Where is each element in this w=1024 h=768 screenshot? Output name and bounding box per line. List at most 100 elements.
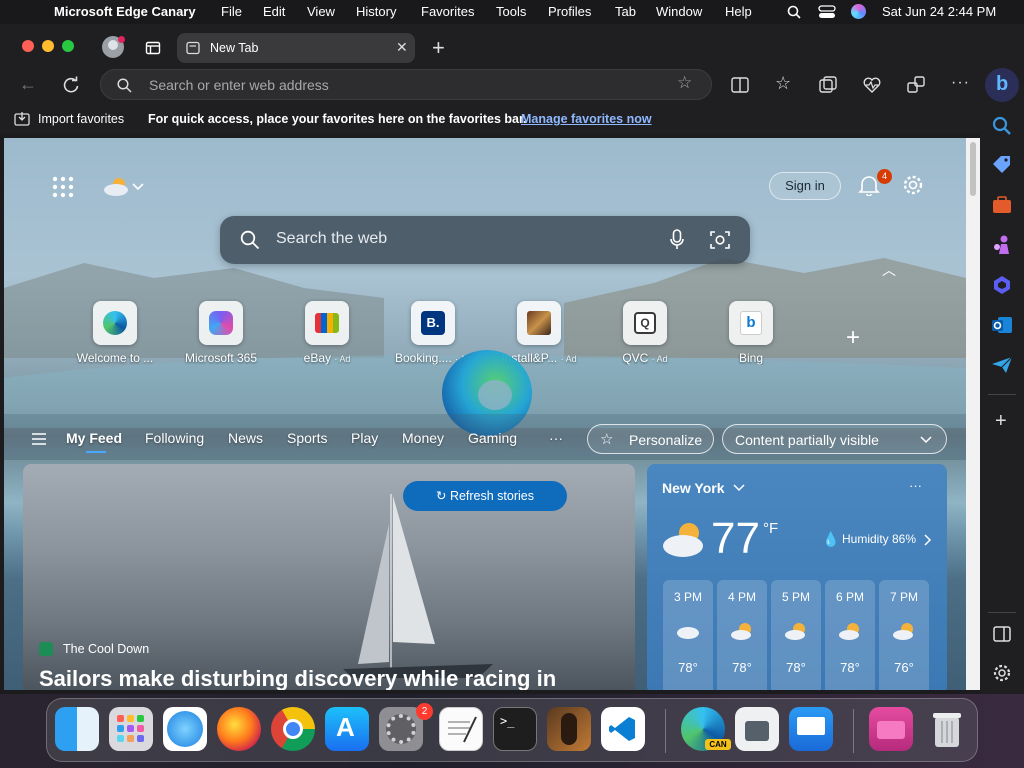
- feed-tab-following[interactable]: Following: [145, 430, 204, 446]
- minimize-window-button[interactable]: [42, 40, 54, 52]
- menu-window[interactable]: Window: [656, 4, 702, 19]
- page-settings-gear-icon[interactable]: [902, 174, 924, 196]
- menu-tab[interactable]: Tab: [615, 4, 636, 19]
- feed-more-tabs-icon[interactable]: ···: [549, 430, 563, 446]
- weather-dropdown-icon[interactable]: [102, 176, 150, 198]
- cloud-icon: [677, 627, 699, 639]
- new-tab-button[interactable]: +: [432, 35, 445, 61]
- page-scrollbar[interactable]: [966, 138, 980, 690]
- humidity-chevron-right-icon[interactable]: [924, 534, 932, 546]
- sidebar-settings-gear-icon[interactable]: [990, 661, 1014, 685]
- story-card[interactable]: ↻ Refresh stories The Cool Down Sailors …: [23, 464, 635, 690]
- keynote-icon[interactable]: [789, 707, 833, 751]
- microsoft-365-icon[interactable]: [990, 273, 1014, 297]
- tab-actions-icon[interactable]: [145, 40, 161, 56]
- trash-icon[interactable]: [925, 707, 969, 751]
- menu-file[interactable]: File: [221, 4, 242, 19]
- outlook-icon[interactable]: [990, 313, 1014, 337]
- chrome-icon[interactable]: [271, 707, 315, 751]
- feed-tab-sports[interactable]: Sports: [287, 430, 327, 446]
- manage-favorites-link[interactable]: Manage favorites now: [521, 112, 652, 126]
- vscode-icon[interactable]: [601, 707, 645, 751]
- visual-search-camera-icon[interactable]: [710, 230, 730, 250]
- refresh-icon: ↻: [435, 489, 450, 503]
- favorites-bar-hint: For quick access, place your favorites h…: [148, 112, 527, 126]
- close-window-button[interactable]: [22, 40, 34, 52]
- quick-link-welcome[interactable]: [93, 301, 137, 345]
- finder-icon[interactable]: [55, 707, 99, 751]
- feed-tab-my-feed[interactable]: My Feed: [66, 430, 122, 446]
- firefox-icon[interactable]: [217, 707, 261, 751]
- tools-briefcase-icon[interactable]: [990, 193, 1014, 217]
- weather-more-icon[interactable]: ···: [909, 478, 922, 493]
- shopping-tag-icon[interactable]: [990, 153, 1014, 177]
- launchpad-icon[interactable]: [109, 707, 153, 751]
- weather-city[interactable]: New York: [662, 480, 725, 496]
- extensions-icon[interactable]: [907, 76, 925, 94]
- quick-link-qvc[interactable]: Q: [623, 301, 667, 345]
- terminal-icon[interactable]: >_: [493, 707, 537, 751]
- split-screen-icon[interactable]: [731, 77, 749, 93]
- menu-tools[interactable]: Tools: [496, 4, 526, 19]
- feed-tab-play[interactable]: Play: [351, 430, 378, 446]
- city-chevron-down-icon[interactable]: [733, 484, 745, 492]
- menu-profiles[interactable]: Profiles: [548, 4, 591, 19]
- control-center-icon[interactable]: [818, 5, 836, 19]
- menu-favorites[interactable]: Favorites: [421, 4, 474, 19]
- garageband-icon[interactable]: [547, 707, 591, 751]
- browser-essentials-icon[interactable]: [863, 76, 881, 94]
- app-store-icon[interactable]: A: [325, 707, 369, 751]
- zoom-window-button[interactable]: [62, 40, 74, 52]
- copilot-icon[interactable]: b: [985, 68, 1019, 102]
- app-menu[interactable]: Microsoft Edge Canary: [54, 4, 196, 19]
- profile-avatar[interactable]: [102, 36, 125, 58]
- personalize-button[interactable]: ☆ Personalize: [587, 424, 714, 454]
- scrollbar-thumb[interactable]: [970, 142, 976, 196]
- voice-search-microphone-icon[interactable]: [670, 229, 684, 251]
- quick-link-install-play[interactable]: [517, 301, 561, 345]
- story-headline[interactable]: Sailors make disturbing discovery while …: [39, 666, 556, 690]
- downloads-folder-icon[interactable]: [869, 707, 913, 751]
- menu-view[interactable]: View: [307, 4, 335, 19]
- feed-tab-money[interactable]: Money: [402, 430, 444, 446]
- apps-launcher-icon[interactable]: [52, 176, 74, 198]
- archive-utility-icon[interactable]: [735, 707, 779, 751]
- feed-tab-news[interactable]: News: [228, 430, 263, 446]
- games-chess-icon[interactable]: [990, 233, 1014, 257]
- refresh-stories-button[interactable]: ↻ Refresh stories: [403, 481, 567, 511]
- menubar-clock[interactable]: Sat Jun 24 2:44 PM: [882, 4, 996, 19]
- siri-icon[interactable]: [851, 4, 866, 19]
- collapse-quick-links-icon[interactable]: ︿: [882, 260, 896, 280]
- close-tab-icon[interactable]: ✕: [396, 39, 408, 56]
- import-favorites-button[interactable]: Import favorites: [38, 112, 124, 126]
- textedit-icon[interactable]: [439, 707, 483, 751]
- quick-link-ebay[interactable]: [305, 301, 349, 345]
- hide-sidebar-icon[interactable]: [990, 622, 1014, 646]
- quick-link-microsoft-365[interactable]: [199, 301, 243, 345]
- menu-edit[interactable]: Edit: [263, 4, 285, 19]
- add-sidebar-app-button[interactable]: +: [995, 410, 1007, 433]
- feed-menu-icon[interactable]: [32, 433, 46, 445]
- menu-history[interactable]: History: [356, 4, 396, 19]
- send-paper-plane-icon[interactable]: [990, 353, 1014, 377]
- address-bar[interactable]: Search or enter web address ☆: [100, 69, 712, 100]
- content-visibility-select[interactable]: Content partially visible: [722, 424, 947, 454]
- add-quick-link-button[interactable]: +: [846, 324, 860, 352]
- sign-in-button[interactable]: Sign in: [769, 172, 841, 200]
- collections-icon[interactable]: [819, 76, 837, 94]
- sidebar-search-icon[interactable]: [990, 114, 1014, 138]
- add-favorite-star-icon[interactable]: ☆: [677, 73, 692, 93]
- more-options-icon[interactable]: ···: [951, 74, 970, 92]
- favorites-icon[interactable]: ☆: [775, 73, 791, 94]
- dock-divider: [665, 709, 666, 753]
- menu-help[interactable]: Help: [725, 4, 752, 19]
- quick-link-booking[interactable]: B.: [411, 301, 455, 345]
- safari-icon[interactable]: [163, 707, 207, 751]
- spotlight-icon[interactable]: [787, 5, 801, 19]
- back-button[interactable]: ←: [19, 74, 37, 95]
- refresh-button[interactable]: [62, 76, 80, 94]
- feed-tab-gaming[interactable]: Gaming: [468, 430, 517, 446]
- web-search-box[interactable]: Search the web: [220, 216, 750, 264]
- tab-new-tab[interactable]: New Tab ✕: [177, 33, 415, 63]
- quick-link-bing[interactable]: b: [729, 301, 773, 345]
